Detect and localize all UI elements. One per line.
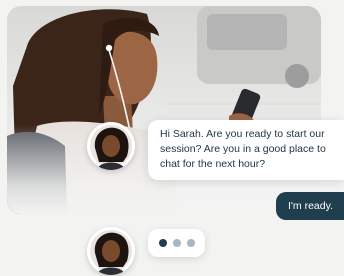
agent-avatar-portrait — [87, 122, 135, 170]
agent-avatar — [87, 122, 135, 170]
agent-message-bubble: Hi Sarah. Are you ready to start our ses… — [148, 120, 344, 180]
typing-dot — [187, 239, 195, 247]
typing-dot-active — [159, 239, 167, 247]
hero-photo-woman-with-phone — [7, 6, 321, 214]
user-message-bubble: I'm ready. — [276, 192, 344, 220]
user-message-text: I'm ready. — [288, 200, 333, 212]
agent-avatar-typing — [87, 227, 135, 275]
typing-dot — [173, 239, 181, 247]
typing-indicator — [148, 229, 205, 257]
agent-avatar-portrait — [87, 227, 135, 275]
agent-message-text: Hi Sarah. Are you ready to start our ses… — [160, 128, 326, 170]
